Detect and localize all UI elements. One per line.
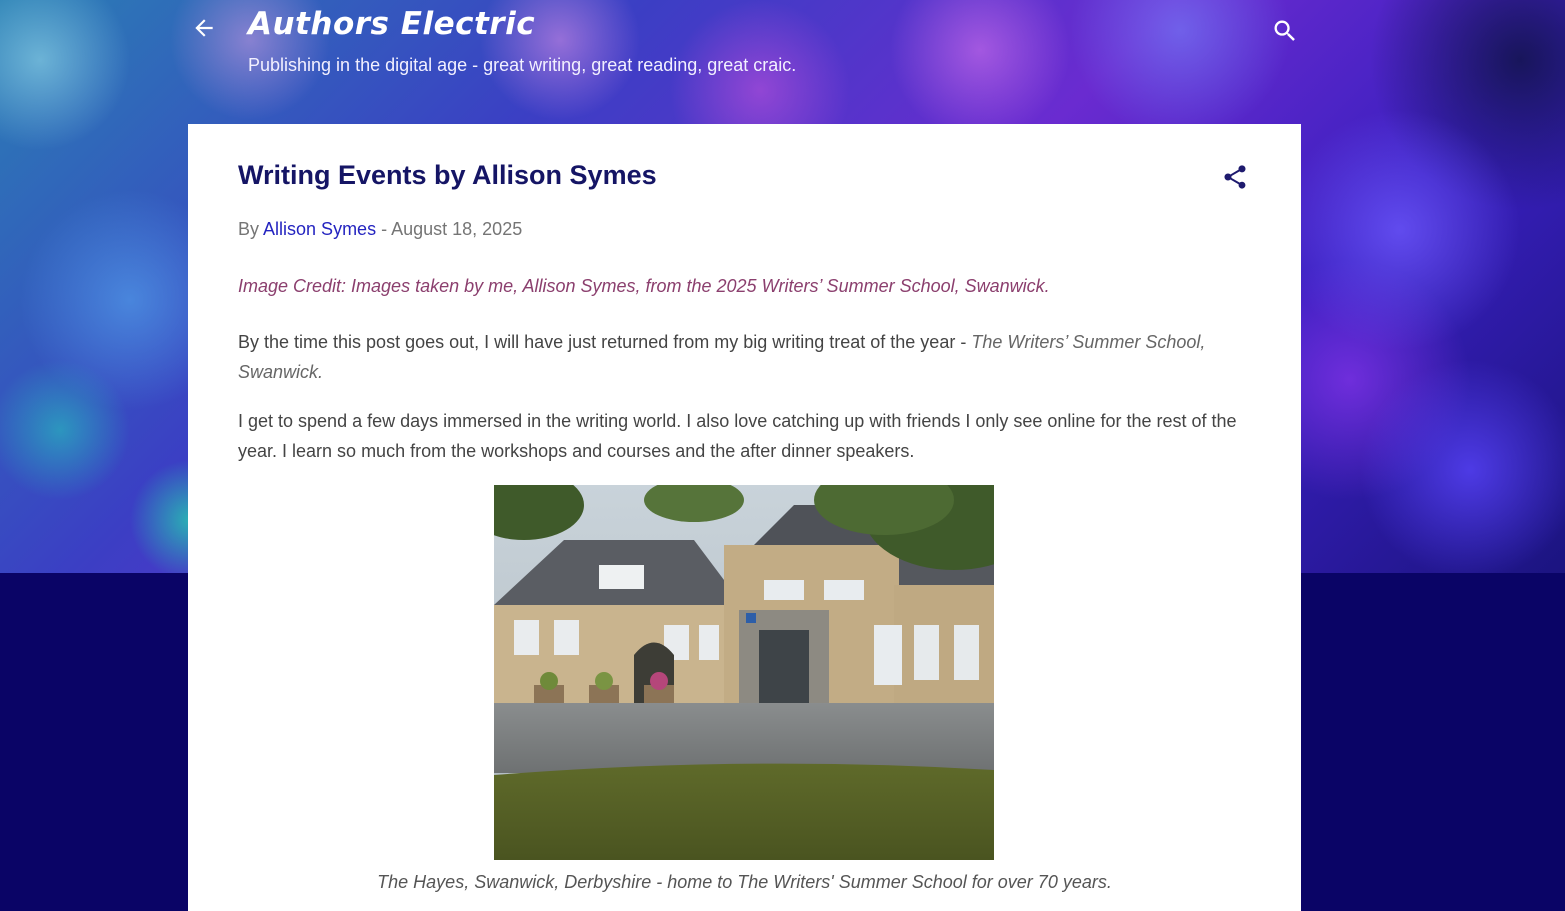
- image-caption: The Hayes, Swanwick, Derbyshire - home t…: [377, 872, 1112, 892]
- post-paragraph-2: I get to spend a few days immersed in th…: [238, 411, 1237, 461]
- building-photo: [494, 485, 994, 860]
- blog-tagline: Publishing in the digital age - great wr…: [248, 55, 797, 75]
- arrow-back-icon: [195, 19, 213, 37]
- byline-separator: -: [381, 219, 388, 239]
- post-image-the-hayes[interactable]: [494, 485, 994, 860]
- post-byline: By Allison Symes - August 18, 2025: [238, 219, 522, 240]
- post-title: Writing Events by Allison Symes: [238, 160, 657, 190]
- post-paragraph-1: By the time this post goes out, I will h…: [238, 327, 1251, 387]
- post-date[interactable]: August 18, 2025: [391, 219, 522, 239]
- share-icon: [1224, 165, 1246, 189]
- blog-header: Authors Electric Publishing in the digit…: [0, 0, 1565, 124]
- search-button[interactable]: [1268, 14, 1302, 48]
- image-credit: Image Credit: Images taken by me, Alliso…: [238, 276, 1050, 296]
- share-button[interactable]: [1220, 162, 1250, 192]
- back-button[interactable]: [188, 12, 220, 44]
- search-icon: [1274, 20, 1295, 41]
- byline-prefix: By: [238, 219, 260, 239]
- author-link[interactable]: Allison Symes: [263, 219, 376, 239]
- blog-title[interactable]: Authors Electric: [248, 6, 535, 42]
- paragraph-1-text: By the time this post goes out, I will h…: [238, 332, 972, 352]
- post-card: Writing Events by Allison Symes By Allis…: [188, 124, 1301, 911]
